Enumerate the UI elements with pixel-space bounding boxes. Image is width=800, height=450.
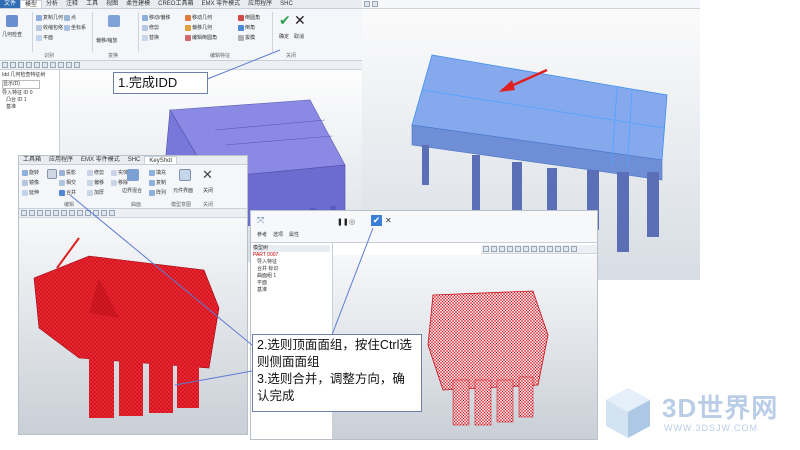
- callout-step1: 1.完成IDD: [113, 72, 208, 94]
- watermark-brand: 3D世界网: [662, 393, 779, 423]
- watermark: 3D世界网 WWW.3DSJW.COM: [598, 382, 798, 444]
- cube-logo-icon: [606, 388, 650, 438]
- watermark-url: WWW.3DSJW.COM: [664, 423, 758, 433]
- callout-step2: 2.选则顶面面组，按住Ctrl选则侧面面组 3.选则合并，调整方向，确认完成: [252, 334, 422, 412]
